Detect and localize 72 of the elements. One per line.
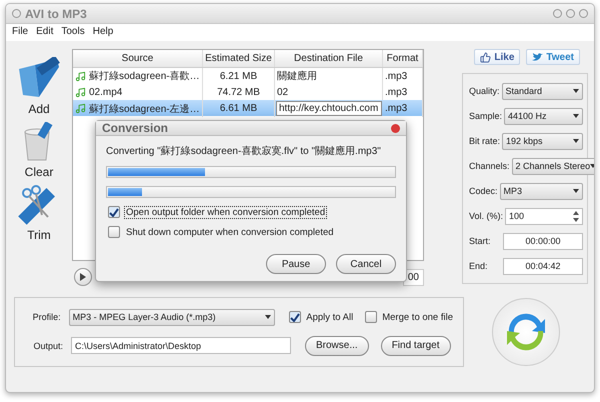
dialog-button[interactable]: Cancel <box>336 254 396 274</box>
table-row[interactable]: 02.mp4 74.72 MB 02 .mp3 <box>73 84 423 100</box>
dropdown-arrow-icon <box>573 189 579 193</box>
format-cell: .mp3 <box>383 100 423 117</box>
folder-film-icon <box>17 57 61 99</box>
profile-dropdown[interactable]: MP3 - MPEG Layer-3 Audio (*.mp3) <box>68 308 276 326</box>
dialog-button[interactable]: Pause <box>266 254 326 274</box>
option-checkbox[interactable]: Merge to one file <box>365 311 453 323</box>
menu-item[interactable]: File <box>12 26 28 39</box>
option-checkbox[interactable]: Apply to All <box>289 311 354 323</box>
play-icon <box>80 273 86 281</box>
setting-label: Bit rate: <box>469 136 500 146</box>
table-row[interactable]: 蘇打綠sodagreen-喜歡… 6.21 MB 關鍵應用 .mp3 <box>73 68 423 84</box>
dropdown-arrow-icon <box>265 315 272 319</box>
time-field[interactable]: 00:04:42 <box>503 258 583 274</box>
social-button[interactable]: Like <box>474 49 520 65</box>
setting-label: Quality: <box>469 86 500 96</box>
toolbar-button[interactable]: Clear <box>19 122 59 179</box>
setting-dropdown[interactable]: 44100 Hz <box>504 108 583 124</box>
social-button[interactable]: Tweet <box>526 49 580 65</box>
setting-dropdown[interactable]: 2 Channels Stereo <box>512 158 594 174</box>
toolbar-button[interactable]: Trim <box>18 185 60 242</box>
toolbar-button[interactable]: Add <box>17 57 61 116</box>
action-button[interactable]: Browse... <box>305 336 369 356</box>
column-header[interactable]: Destination File <box>275 50 383 67</box>
column-header[interactable]: Estimated Size <box>203 50 275 67</box>
menu-item[interactable]: Edit <box>36 26 54 39</box>
column-header[interactable]: Source <box>73 50 203 67</box>
action-button[interactable]: Find target <box>380 336 450 356</box>
setting-label: Vol. (%): <box>469 211 504 221</box>
output-label: Output: <box>32 340 63 350</box>
option-checkbox[interactable]: Shut down computer when conversion completed <box>108 226 396 238</box>
size-cell: 6.61 MB <box>203 100 275 117</box>
destination-input[interactable]: http://key.chtouch.com <box>276 101 382 116</box>
dropdown-arrow-icon <box>573 89 579 93</box>
table-row[interactable]: 蘇打綠sodagreen-左邊… 6.61 MB http://key.chtouch.com .mp3 <box>73 100 423 116</box>
dropdown-arrow-icon <box>573 114 579 118</box>
column-header[interactable]: Format <box>383 50 423 67</box>
spinner-arrows-icon <box>573 210 579 222</box>
play-button[interactable] <box>74 268 92 286</box>
maximize-button-icon[interactable] <box>566 9 575 18</box>
checkmark-icon <box>290 312 300 322</box>
option-checkbox[interactable]: Open output folder when conversion completed <box>108 206 396 218</box>
setting-label: Start: <box>469 236 491 246</box>
setting-dropdown[interactable]: MP3 <box>500 182 583 200</box>
source-cell: 蘇打綠sodagreen-左邊… <box>73 100 203 117</box>
setting-label: Channels: <box>469 161 510 171</box>
setting-dropdown[interactable]: Standard <box>502 82 583 100</box>
profile-label: Profile: <box>32 312 61 322</box>
bird-icon <box>532 52 544 62</box>
volume-spinbox[interactable]: 100 <box>505 208 583 224</box>
output-path-field[interactable]: C:\Users\Administrator\Desktop <box>71 337 291 354</box>
dialog-title: Conversion <box>102 121 168 135</box>
thumbs-up-icon <box>480 52 492 62</box>
music-note-icon <box>75 103 86 114</box>
close-icon[interactable] <box>391 124 400 132</box>
time-field[interactable]: 00:00:00 <box>503 232 583 250</box>
setting-label: Sample: <box>469 111 502 121</box>
conversion-message: Converting "蘇打綠sodagreen-喜歡寂寞.flv" to "關鍵應用.mp3" <box>106 144 382 158</box>
window-button-icon[interactable] <box>12 9 21 18</box>
menu-item[interactable]: Help <box>92 26 114 39</box>
setting-label: Codec: <box>469 186 498 196</box>
checkmark-icon <box>109 208 119 216</box>
setting-dropdown[interactable]: 192 kbps <box>502 132 583 150</box>
music-note-icon <box>75 70 86 82</box>
setting-label: End: <box>469 261 488 271</box>
minimize-button-icon[interactable] <box>553 9 562 18</box>
close-button-icon[interactable] <box>579 9 588 18</box>
music-note-icon <box>75 86 86 98</box>
window-title: AVI to MP3 <box>25 6 88 20</box>
menu-item[interactable]: Tools <box>61 26 85 39</box>
dropdown-arrow-icon <box>573 139 579 143</box>
